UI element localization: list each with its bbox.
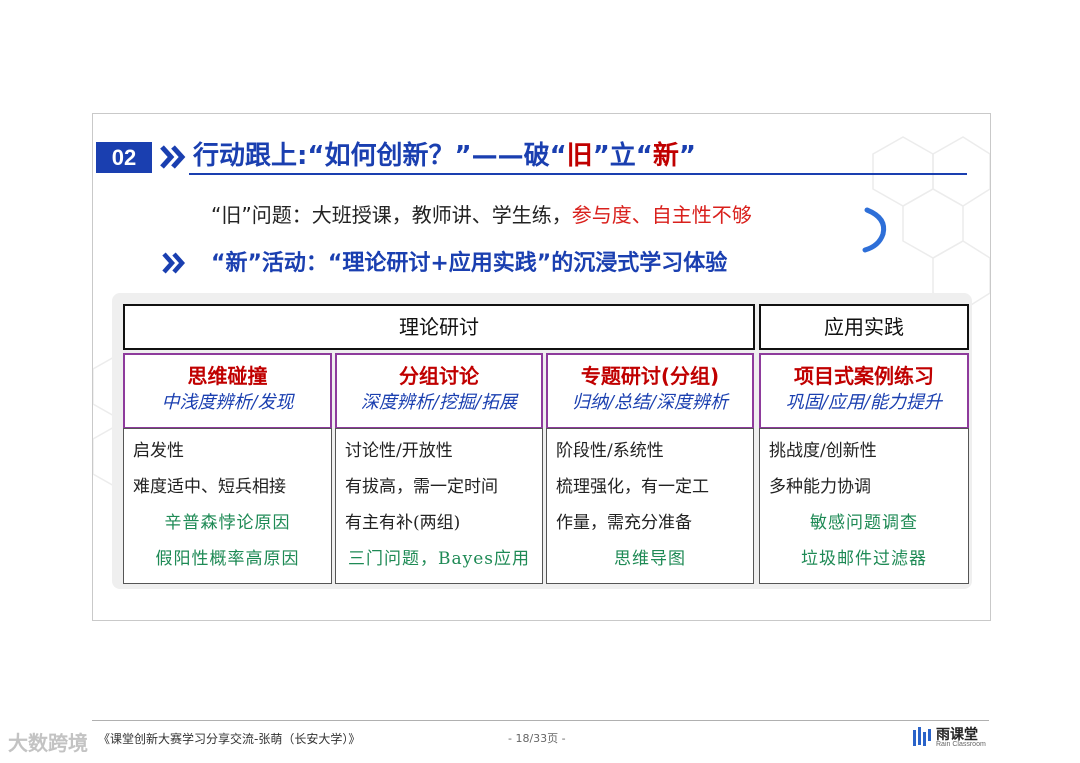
old-problem-highlight: 参与度、自主性不够 (571, 203, 752, 227)
new-activity-line: “新”活动：“理论研讨+应用实践”的沉浸式学习体验 (211, 251, 728, 276)
double-chevron-icon (162, 252, 186, 274)
column-header-2: 分组讨论 深度辨析/挖掘/拓展 (335, 353, 543, 429)
category-practice: 应用实践 (759, 304, 969, 350)
title-part3: ” (678, 141, 696, 171)
column-item: 有主有补(两组) (345, 513, 461, 533)
slide: 02 行动跟上:“如何创新？”——破“旧”立“新” “旧”问题：大班授课，教师讲… (92, 113, 991, 621)
footer-title: 《课堂创新大赛学习分享交流-张萌（长安大学）》 (98, 732, 361, 746)
column-item: 作量，需充分准备 (556, 513, 692, 533)
column-item: 难度适中、短兵相接 (133, 477, 286, 497)
column-subtitle: 深度辨析/挖掘/拓展 (360, 392, 518, 413)
title-underline (189, 173, 967, 175)
rain-classroom-logo: 雨课堂 Rain Classroom (912, 724, 992, 752)
column-title: 项目式案例练习 (794, 364, 934, 388)
logo-subtitle: Rain Classroom (936, 741, 986, 748)
column-header-4: 项目式案例练习 巩固/应用/能力提升 (759, 353, 969, 429)
section-number: 02 (96, 142, 152, 173)
column-title: 分组讨论 (399, 364, 479, 388)
column-example: 思维导图 (614, 549, 686, 569)
page-indicator: - 18/33页 - (508, 732, 566, 745)
title-old: 旧 (566, 141, 593, 171)
column-body-1: 启发性 难度适中、短兵相接 辛普森悖论原因 假阳性概率高原因 (123, 428, 332, 584)
old-problem-line: “旧”问题：大班授课，教师讲、学生练，参与度、自主性不够 (211, 199, 752, 228)
column-item: 阶段性/系统性 (556, 441, 664, 461)
rain-classroom-icon (913, 727, 931, 746)
title-part2: ”立“ (592, 141, 653, 171)
column-example: 假阳性概率高原因 (155, 549, 300, 569)
title-new: 新 (652, 141, 679, 171)
column-item: 多种能力协调 (769, 477, 871, 497)
column-subtitle: 归纳/总结/深度辨析 (571, 392, 729, 413)
slide-title: 行动跟上:“如何创新？”——破“旧”立“新” (193, 136, 696, 176)
watermark: 大数跨境 (8, 731, 88, 755)
column-subtitle: 巩固/应用/能力提升 (785, 392, 943, 413)
column-item: 讨论性/开放性 (345, 441, 453, 461)
column-title: 专题研讨(分组) (580, 364, 720, 388)
column-example: 敏感问题调查 (810, 513, 918, 533)
column-title: 思维碰撞 (187, 364, 268, 388)
curved-arrow-icon (862, 207, 887, 253)
column-example: 辛普森悖论原因 (164, 513, 291, 533)
column-body-2: 讨论性/开放性 有拔高，需一定时间 有主有补(两组) 三门问题，Bayes应用 (335, 428, 543, 584)
column-header-3: 专题研讨(分组) 归纳/总结/深度辨析 (546, 353, 754, 429)
double-chevron-icon (160, 145, 186, 169)
column-body-4: 挑战度/创新性 多种能力协调 敏感问题调查 垃圾邮件过滤器 (759, 428, 969, 584)
category-theory: 理论研讨 (123, 304, 755, 350)
column-item: 有拔高，需一定时间 (345, 477, 498, 497)
column-item: 挑战度/创新性 (769, 441, 877, 461)
column-body-3: 阶段性/系统性 梳理强化，有一定工 作量，需充分准备 思维导图 (546, 428, 754, 584)
column-item: 启发性 (133, 441, 184, 461)
column-item: 梳理强化，有一定工 (556, 477, 709, 497)
column-subtitle: 中浅度辨析/发现 (161, 392, 294, 413)
column-example: 三门问题，Bayes应用 (347, 549, 531, 569)
old-problem-text: “旧”问题：大班授课，教师讲、学生练， (211, 203, 572, 227)
title-part1: 行动跟上:“如何创新？”——破“ (193, 141, 567, 171)
column-header-1: 思维碰撞 中浅度辨析/发现 (123, 353, 332, 429)
footer-divider (92, 720, 989, 721)
column-example: 垃圾邮件过滤器 (801, 549, 927, 569)
